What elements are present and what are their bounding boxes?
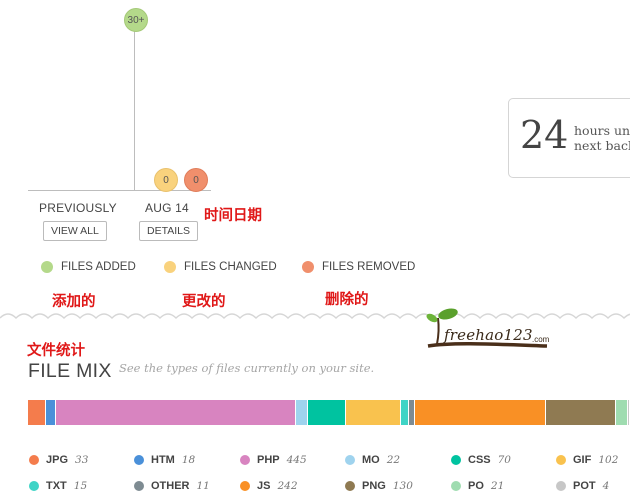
file-type-po: PO 21 (451, 480, 504, 492)
file-type-name: PO (468, 480, 484, 492)
annotation-file-mix: 文件统计 (27, 343, 85, 359)
mix-segment-jpg[interactable] (28, 400, 46, 425)
mix-segment-css[interactable] (308, 400, 347, 425)
logo-suffix: .com (532, 335, 550, 344)
file-type-dot (240, 455, 250, 465)
file-type-dot (451, 481, 461, 491)
legend-files-added: FILES ADDED (41, 261, 136, 273)
file-type-count: 33 (75, 454, 89, 466)
backup-countdown-card: 24 hours unt next back (508, 98, 630, 178)
file-type-mo: MO 22 (345, 454, 400, 466)
details-button[interactable]: DETAILS (139, 221, 198, 241)
file-type-count: 242 (277, 480, 298, 492)
file-type-dot (134, 481, 144, 491)
file-type-dot (29, 455, 39, 465)
legend-dot-changed (164, 261, 176, 273)
annotation-changed: 更改的 (182, 294, 226, 310)
file-type-name: JS (257, 480, 271, 492)
file-type-count: 130 (392, 480, 413, 492)
mix-segment-mo[interactable] (296, 400, 309, 425)
file-type-dot (345, 455, 355, 465)
file-type-name: OTHER (151, 480, 190, 492)
file-type-name: TXT (46, 480, 67, 492)
file-mix-bar (28, 400, 630, 425)
files-removed-bubble[interactable]: 0 (184, 168, 208, 192)
legend-dot-removed (302, 261, 314, 273)
file-type-name: POT (573, 480, 596, 492)
file-type-count: 22 (386, 454, 401, 466)
legend-label-added: FILES ADDED (61, 261, 136, 273)
file-type-count: 70 (497, 454, 511, 466)
mix-segment-txt[interactable] (401, 400, 410, 425)
previously-label: PREVIOUSLY (39, 201, 117, 215)
mix-segment-gif[interactable] (346, 400, 402, 425)
file-type-name: JPG (46, 454, 69, 466)
file-type-dot (345, 481, 355, 491)
file-type-dot (556, 481, 566, 491)
file-type-name: CSS (468, 454, 491, 466)
file-type-count: 21 (490, 480, 505, 492)
logo-text: freehao123 (444, 326, 533, 344)
countdown-line-1: hours unt (574, 123, 630, 138)
countdown-line-2: next back (574, 138, 630, 153)
mix-segment-php[interactable] (55, 400, 297, 425)
timeline-stem (134, 28, 135, 190)
file-type-name: HTM (151, 454, 175, 466)
file-type-count: 18 (181, 454, 196, 466)
file-type-dot (240, 481, 250, 491)
legend-files-removed: FILES REMOVED (302, 261, 415, 273)
legend-files-changed: FILES CHANGED (164, 261, 277, 273)
file-type-pot: POT 4 (556, 480, 609, 492)
file-type-count: 15 (73, 480, 88, 492)
timeline-baseline (28, 190, 211, 191)
legend-label-changed: FILES CHANGED (184, 261, 277, 273)
file-type-htm: HTM 18 (134, 454, 195, 466)
file-type-count: 4 (602, 480, 610, 492)
file-type-js: JS 242 (240, 480, 298, 492)
file-type-gif: GIF 102 (556, 454, 618, 466)
files-added-bubble[interactable]: 30+ (124, 8, 148, 32)
file-type-dot (134, 455, 144, 465)
file-mix-subtitle: See the types of files currently on your… (119, 361, 375, 375)
mix-segment-png[interactable] (546, 400, 617, 425)
legend-dot-added (41, 261, 53, 273)
file-mix-title: FILE MIX (28, 360, 112, 382)
freehao123-logo: freehao123 .com (422, 306, 552, 354)
file-type-count: 445 (286, 454, 307, 466)
file-type-png: PNG 130 (345, 480, 413, 492)
annotation-removed: 删除的 (325, 292, 369, 308)
annotation-date: 时间日期 (204, 208, 262, 224)
file-type-name: PNG (362, 480, 386, 492)
file-type-other: OTHER 11 (134, 480, 210, 492)
mix-segment-htm[interactable] (45, 400, 56, 425)
file-type-count: 102 (598, 454, 619, 466)
countdown-text: hours unt next back (574, 123, 630, 153)
file-type-php: PHP 445 (240, 454, 307, 466)
file-type-name: MO (362, 454, 380, 466)
file-type-dot (451, 455, 461, 465)
files-changed-bubble[interactable]: 0 (154, 168, 178, 192)
file-type-jpg: JPG 33 (29, 454, 88, 466)
file-type-dot (29, 481, 39, 491)
file-type-dot (556, 455, 566, 465)
countdown-hours: 24 (520, 113, 569, 157)
file-type-count: 11 (196, 480, 210, 492)
legend-label-removed: FILES REMOVED (322, 261, 416, 273)
file-type-name: PHP (257, 454, 280, 466)
file-type-name: GIF (573, 454, 592, 466)
file-type-txt: TXT 15 (29, 480, 87, 492)
mix-segment-po[interactable] (616, 400, 628, 425)
date-label: AUG 14 (145, 201, 189, 215)
file-type-css: CSS 70 (451, 454, 511, 466)
mix-segment-js[interactable] (415, 400, 547, 425)
view-all-button[interactable]: VIEW ALL (43, 221, 107, 241)
annotation-added: 添加的 (52, 294, 96, 310)
